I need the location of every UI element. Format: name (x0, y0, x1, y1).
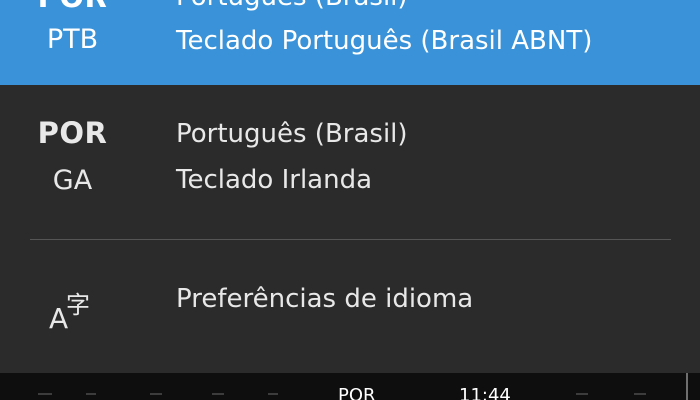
taskbar-language-indicator[interactable]: POR (338, 385, 376, 400)
language-preferences-label: Preferências de idioma (176, 284, 474, 314)
language-preferences-icon: A 字 (45, 280, 105, 335)
input-method-item-ptb[interactable]: POR PTB Português (Brasil) Teclado Portu… (0, 0, 700, 85)
input-method-flyout: POR PTB Português (Brasil) Teclado Portu… (0, 0, 700, 373)
show-desktop-button[interactable] (686, 373, 688, 400)
taskbar-glyph (576, 393, 588, 395)
keyboard-name: Teclado Português (Brasil ABNT) (176, 26, 593, 56)
language-code: POR (0, 0, 145, 14)
taskbar-glyph (268, 393, 278, 395)
language-preferences-item[interactable]: A 字 Preferências de idioma (0, 262, 700, 342)
svg-text:字: 字 (66, 291, 90, 319)
keyboard-code: PTB (46, 24, 99, 55)
taskbar-glyph (38, 393, 52, 395)
taskbar-glyph (86, 393, 96, 395)
taskbar-clock[interactable]: 11:44 (459, 385, 511, 400)
input-method-item-ga[interactable]: POR GA Português (Brasil) Teclado Irland… (0, 85, 700, 215)
menu-divider (30, 239, 671, 240)
keyboard-name: Teclado Irlanda (176, 165, 373, 195)
keyboard-code: GA (52, 165, 93, 196)
taskbar: POR 11:44 (0, 373, 700, 400)
taskbar-glyph (634, 393, 646, 395)
language-name: Português (Brasil) (176, 119, 408, 149)
taskbar-glyph (212, 393, 224, 395)
language-code: POR (37, 116, 108, 150)
taskbar-glyph (150, 393, 162, 395)
language-name: Português (Brasil) (176, 0, 408, 12)
